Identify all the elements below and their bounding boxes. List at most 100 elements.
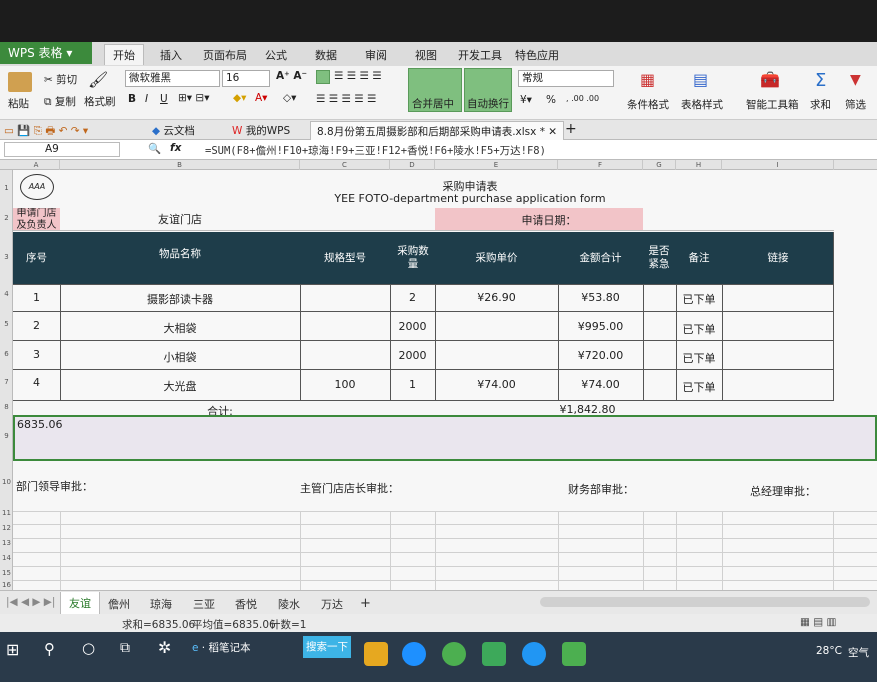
item-4-name[interactable]: 大光盘: [60, 378, 300, 394]
close-icon[interactable]: ✕: [548, 126, 557, 138]
row-8[interactable]: 8: [0, 403, 13, 411]
filter-button[interactable]: 筛选: [845, 97, 866, 112]
paste-button[interactable]: 粘贴: [8, 96, 29, 111]
col-A[interactable]: A: [13, 160, 60, 170]
align-left-icon[interactable]: ☰ ☰ ☰ ☰ ☰: [316, 93, 376, 105]
fx-icon[interactable]: fx: [170, 142, 181, 154]
item-3-no[interactable]: 3: [13, 348, 60, 361]
item-3-note[interactable]: 已下单: [676, 350, 722, 366]
table-style-button[interactable]: 表格样式: [681, 97, 723, 112]
browser-icon[interactable]: [442, 642, 466, 666]
sum-button[interactable]: 求和: [810, 97, 831, 112]
item-3-qty[interactable]: 2000: [390, 349, 435, 362]
file-explorer-icon[interactable]: [364, 642, 388, 666]
row-4[interactable]: 4: [0, 290, 13, 298]
item-1-name[interactable]: 摄影部读卡器: [60, 291, 300, 307]
tab-developer[interactable]: 开发工具: [458, 47, 502, 63]
tab-current-file[interactable]: 8.8月份第五周摄影部和后期部采购申请表.xlsx * ✕: [310, 121, 565, 140]
col-B[interactable]: B: [60, 160, 300, 170]
smart-toolbox-button[interactable]: 智能工具箱: [746, 97, 799, 112]
quick-access-icons[interactable]: ▭ 💾 ⎘ 🖶 ↶ ↷ ▾: [4, 123, 88, 141]
font-grow-icon[interactable]: A⁺ A⁻: [276, 70, 307, 82]
row-6[interactable]: 6: [0, 350, 13, 358]
sheet-tab-lingshui[interactable]: 陵水: [278, 596, 300, 612]
tab-data[interactable]: 数据: [315, 47, 337, 63]
paste-icon[interactable]: [8, 72, 32, 92]
sheet-tab-danzhou[interactable]: 儋州: [108, 596, 130, 612]
currency-icon[interactable]: ¥▾: [520, 94, 532, 106]
sheet-tab-wanda[interactable]: 万达: [321, 596, 343, 612]
tab-home[interactable]: 开始: [104, 44, 144, 65]
item-1-price[interactable]: ¥26.90: [435, 291, 558, 304]
tab-formula[interactable]: 公式: [265, 47, 287, 63]
row-10[interactable]: 10: [0, 478, 13, 486]
item-1-note[interactable]: 已下单: [676, 291, 722, 307]
col-H[interactable]: H: [676, 160, 722, 170]
zoom-icon[interactable]: 🔍: [148, 142, 161, 155]
row-5[interactable]: 5: [0, 320, 13, 328]
decimal-icons[interactable]: , .00 .00: [566, 94, 599, 103]
percent-button[interactable]: %: [546, 94, 556, 106]
bold-button[interactable]: B: [128, 93, 136, 105]
row-3[interactable]: 3: [0, 253, 13, 261]
notebook-app[interactable]: e · 稻笔记本: [192, 640, 250, 655]
search-once-button[interactable]: 搜索一下: [303, 636, 351, 658]
sheet-nav-arrows[interactable]: |◀ ◀ ▶ ▶|: [6, 596, 55, 608]
wps-writer-icon[interactable]: [482, 642, 506, 666]
app-icon-swirl[interactable]: ✲: [158, 638, 171, 657]
add-sheet-button[interactable]: +: [360, 596, 371, 611]
item-4-price[interactable]: ¥74.00: [435, 378, 558, 391]
row-15[interactable]: 15: [0, 569, 13, 577]
tab-view[interactable]: 视图: [415, 47, 437, 63]
border-icon[interactable]: ⊞▾ ⊟▾: [178, 92, 209, 104]
item-4-spec[interactable]: 100: [300, 378, 390, 391]
format-painter-button[interactable]: 格式刷: [84, 94, 116, 109]
align-middle-icon[interactable]: ☰ ☰ ☰ ☰: [334, 70, 382, 82]
row-7[interactable]: 7: [0, 378, 13, 386]
row-12[interactable]: 12: [0, 524, 13, 532]
sheet-tab-xiangyue[interactable]: 香悦: [235, 596, 257, 612]
tab-page-layout[interactable]: 页面布局: [203, 47, 247, 63]
item-3-name[interactable]: 小相袋: [60, 349, 300, 365]
row-13[interactable]: 13: [0, 539, 13, 547]
cond-format-button[interactable]: 条件格式: [627, 97, 669, 112]
row-9[interactable]: 9: [0, 432, 13, 440]
clear-format-icon[interactable]: ◇▾: [283, 92, 296, 104]
item-1-no[interactable]: 1: [13, 291, 60, 304]
item-1-qty[interactable]: 2: [390, 291, 435, 304]
tab-my-wps[interactable]: W 我的WPS: [232, 123, 290, 138]
col-E[interactable]: E: [435, 160, 558, 170]
tab-insert[interactable]: 插入: [160, 47, 182, 63]
cortana-icon[interactable]: ○: [82, 639, 95, 657]
item-2-note[interactable]: 已下单: [676, 321, 722, 337]
windows-start-icon[interactable]: ⊞: [6, 640, 19, 659]
fill-color-icon[interactable]: ◆▾: [233, 92, 246, 104]
underline-button[interactable]: U: [160, 93, 168, 105]
wps-sheet-icon[interactable]: [562, 642, 586, 666]
edge-icon[interactable]: [402, 642, 426, 666]
row-11[interactable]: 11: [0, 509, 13, 517]
tab-review[interactable]: 审阅: [365, 47, 387, 63]
formula-input[interactable]: =SUM(F8+儋州!F10+琼海!F9+三亚!F12+香悦!F6+陵水!F5+…: [205, 143, 546, 158]
item-2-qty[interactable]: 2000: [390, 320, 435, 333]
italic-button[interactable]: I: [145, 93, 148, 105]
new-tab-button[interactable]: +: [565, 121, 577, 137]
item-1-total[interactable]: ¥53.80: [558, 291, 643, 304]
view-mode-icons[interactable]: ▦ ▤ ▥: [800, 616, 836, 628]
row-14[interactable]: 14: [0, 554, 13, 562]
row-2[interactable]: 2: [0, 214, 13, 222]
sheet-tab-sanya[interactable]: 三亚: [193, 596, 215, 612]
selected-cell-A9[interactable]: 6835.06: [13, 415, 877, 461]
name-box[interactable]: A9: [4, 142, 120, 157]
cut-button[interactable]: ✂ 剪切: [44, 72, 77, 87]
sheet-tab-youyi[interactable]: 友谊: [60, 592, 100, 615]
item-2-total[interactable]: ¥995.00: [558, 320, 643, 333]
item-3-total[interactable]: ¥720.00: [558, 349, 643, 362]
copy-button[interactable]: ⧉ 复制: [44, 94, 76, 109]
item-2-name[interactable]: 大相袋: [60, 320, 300, 336]
row-1[interactable]: 1: [0, 184, 13, 192]
task-view-icon[interactable]: ⧉: [120, 640, 130, 656]
font-color-icon[interactable]: A▾: [255, 92, 267, 104]
align-top-icon[interactable]: [316, 70, 330, 84]
tab-features[interactable]: 特色应用: [515, 47, 559, 63]
